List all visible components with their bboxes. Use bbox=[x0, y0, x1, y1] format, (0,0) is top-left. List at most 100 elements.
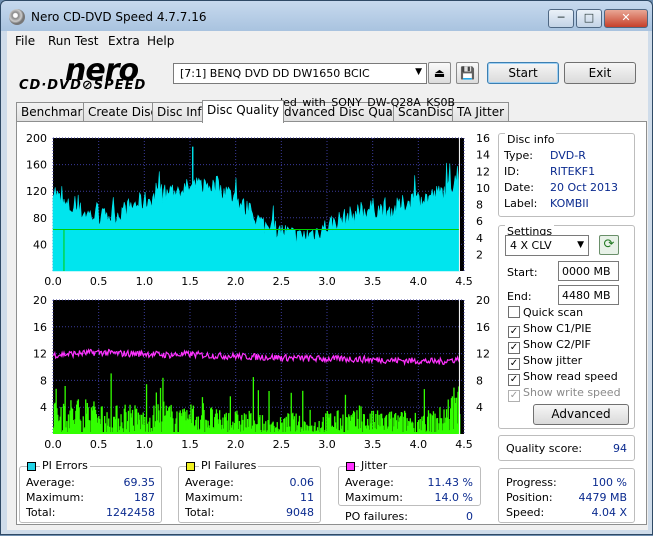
checkbox-box bbox=[508, 306, 520, 318]
pi-failure-bar bbox=[390, 411, 393, 434]
pi-failure-bar bbox=[176, 411, 178, 434]
pi-failure-bar bbox=[144, 417, 146, 434]
jitter-average-value: 11.43 % bbox=[427, 476, 473, 489]
x-tick-label: 1.5 bbox=[181, 438, 199, 451]
pi-failure-bar bbox=[127, 410, 130, 434]
y-tick-label-right: 2 bbox=[476, 248, 483, 261]
checkbox-label: Show write speed bbox=[523, 386, 621, 399]
progress-value: 100 % bbox=[592, 476, 627, 489]
end-input[interactable]: 4480 MB bbox=[558, 285, 619, 305]
jitter-title: Jitter bbox=[359, 459, 390, 472]
pi-failures-title: PI Failures bbox=[199, 459, 259, 472]
checkbox-label: Show C2/PIF bbox=[523, 338, 591, 351]
checkbox-quick-scan[interactable]: Quick scan bbox=[508, 306, 583, 319]
pi-failure-bar bbox=[64, 386, 66, 434]
pi-failure-bar bbox=[110, 373, 112, 434]
disc-type-label: Type: bbox=[504, 149, 533, 162]
pi-errors-maximum-label: Maximum: bbox=[26, 491, 84, 504]
pi-failures-maximum-value: 11 bbox=[300, 491, 314, 504]
speed-select-value: 4 X CLV bbox=[510, 239, 552, 252]
checkbox-show-jitter[interactable]: ✓ Show jitter bbox=[508, 354, 582, 370]
y-tick-label-right: 4 bbox=[476, 232, 483, 245]
checkbox-box: ✓ bbox=[508, 374, 520, 386]
pi-failure-bar bbox=[284, 418, 286, 434]
y-tick-label-left: 200 bbox=[26, 132, 47, 145]
pi-errors-maximum-value: 187 bbox=[134, 491, 155, 504]
x-tick-label: 3.5 bbox=[364, 275, 382, 288]
y-tick-label-left: 160 bbox=[26, 159, 47, 172]
y-tick-label-right: 12 bbox=[476, 348, 490, 361]
y-tick-label-right: 14 bbox=[476, 149, 490, 162]
start-input[interactable]: 0000 MB bbox=[558, 261, 619, 281]
start-label: Start: bbox=[507, 266, 538, 279]
x-tick-label: 0.5 bbox=[90, 275, 108, 288]
x-tick-label: 3.0 bbox=[318, 438, 336, 451]
pi-errors-total-label: Total: bbox=[26, 506, 56, 519]
pi-failures-maximum-label: Maximum: bbox=[185, 491, 243, 504]
disc-type-value: DVD-R bbox=[550, 149, 586, 162]
pi-failure-bar bbox=[116, 405, 118, 434]
x-tick-label: 1.5 bbox=[181, 275, 199, 288]
pi-errors-legend-swatch bbox=[27, 462, 36, 471]
checkbox-label: Show read speed bbox=[523, 370, 618, 383]
x-tick-label: 0.0 bbox=[44, 275, 62, 288]
disc-date-label: Date: bbox=[504, 181, 534, 194]
x-tick-label: 4.0 bbox=[410, 438, 428, 451]
disc-id-value: RITEKF1 bbox=[550, 165, 596, 178]
pi-failure-bar bbox=[149, 417, 151, 434]
pi-failure-bar bbox=[414, 412, 416, 434]
disc-label-label: Label: bbox=[504, 197, 538, 210]
tab-disc-quality[interactable]: Disc Quality bbox=[202, 100, 285, 123]
y-tick-label-right: 16 bbox=[476, 132, 490, 145]
y-tick-label-left: 40 bbox=[33, 238, 47, 251]
checkbox-show-c2-pif[interactable]: ✓ Show C2/PIF bbox=[508, 338, 591, 354]
progress-label: Progress: bbox=[506, 476, 557, 489]
checkbox-show-c1-pie[interactable]: ✓ Show C1/PIE bbox=[508, 322, 591, 338]
disc-label-value: KOMBII bbox=[550, 197, 589, 210]
x-tick-label: 1.0 bbox=[136, 275, 154, 288]
y-tick-label-left: 80 bbox=[33, 212, 47, 225]
pi-failure-bar bbox=[342, 414, 344, 434]
x-tick-label: 2.5 bbox=[273, 438, 291, 451]
checkbox-label: Quick scan bbox=[523, 306, 584, 319]
y-tick-label-left: 8 bbox=[40, 374, 47, 387]
end-label: End: bbox=[507, 290, 532, 303]
y-tick-label-left: 12 bbox=[33, 348, 47, 361]
pi-errors-title: PI Errors bbox=[40, 459, 90, 472]
y-tick-label-left: 120 bbox=[26, 185, 47, 198]
chevron-down-icon: ▼ bbox=[577, 240, 584, 250]
pi-failure-bar bbox=[298, 415, 301, 434]
speed-label: Speed: bbox=[506, 506, 545, 519]
x-tick-label: 3.0 bbox=[318, 275, 336, 288]
checkbox-show-read-speed[interactable]: ✓ Show read speed bbox=[508, 370, 618, 386]
advanced-button[interactable]: Advanced bbox=[533, 404, 629, 425]
x-tick-label: 2.0 bbox=[227, 275, 245, 288]
checkbox-box: ✓ bbox=[508, 342, 520, 354]
pi-errors-chart: 0.0 0.5 1.0 1.5 2.0 2.5 3.0 3.5 4.0 4.5 40 80 120 160… bbox=[26, 132, 490, 288]
y-tick-label-left: 20 bbox=[33, 294, 47, 307]
speed-value: 4.04 X bbox=[591, 506, 627, 519]
pi-failure-bar bbox=[432, 411, 435, 434]
y-tick-label-right: 12 bbox=[476, 165, 490, 178]
pi-failures-average-value: 0.06 bbox=[289, 476, 315, 489]
x-tick-label: 0.5 bbox=[90, 438, 108, 451]
checkbox-box: ✓ bbox=[508, 358, 520, 370]
checkbox-box: ✓ bbox=[508, 390, 520, 402]
checkbox-show-write-speed: ✓ Show write speed bbox=[508, 386, 621, 402]
quality-score-label: Quality score: bbox=[506, 442, 583, 455]
pi-failure-bar bbox=[401, 412, 403, 434]
y-tick-label-right: 6 bbox=[476, 215, 483, 228]
jitter-average-label: Average: bbox=[345, 476, 394, 489]
pi-errors-average-value: 69.35 bbox=[123, 476, 156, 489]
refresh-button[interactable]: ⟳ bbox=[599, 235, 619, 255]
y-tick-label-left: 4 bbox=[40, 401, 47, 414]
pi-failure-bar bbox=[451, 396, 453, 434]
checkbox-label: Show C1/PIE bbox=[523, 322, 592, 335]
pi-failures-legend-swatch bbox=[186, 462, 195, 471]
x-tick-label: 4.5 bbox=[455, 275, 473, 288]
x-tick-label: 2.5 bbox=[273, 275, 291, 288]
pi-errors-average-label: Average: bbox=[26, 476, 75, 489]
jitter-legend-swatch bbox=[346, 462, 355, 471]
speed-select[interactable]: 4 X CLV ▼ bbox=[505, 235, 589, 256]
x-tick-label: 0.0 bbox=[44, 438, 62, 451]
